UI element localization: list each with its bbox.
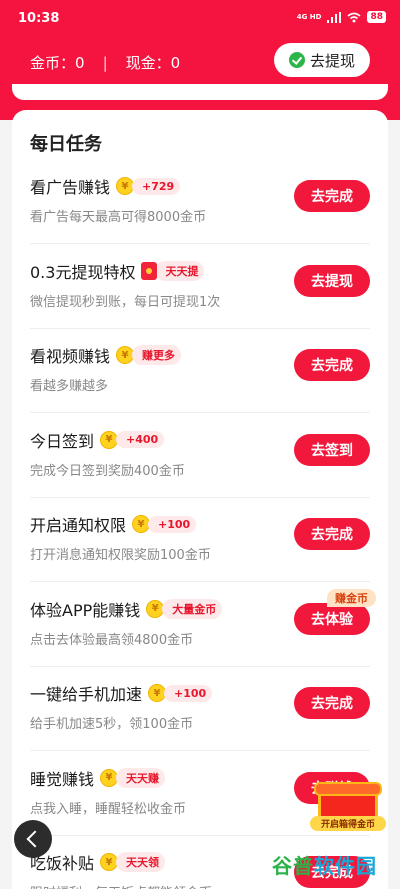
task-description: 微信提现秒到账，每日可提现1次 bbox=[30, 294, 221, 310]
cash-label: 现金： bbox=[125, 54, 171, 72]
wallet-summary: 金币： 0 | 现金： 0 bbox=[30, 52, 180, 73]
task-name: 体验APP能赚钱 bbox=[30, 600, 141, 620]
task-title-line: 吃饭补贴 ¥ 天天领 bbox=[30, 850, 166, 874]
task-name: 0.3元提现特权 bbox=[30, 262, 136, 282]
wechat-check-icon bbox=[288, 52, 305, 68]
task-description: 给手机加速5秒，领100金币 bbox=[30, 717, 194, 732]
coins-label: 金币： bbox=[30, 54, 76, 72]
task-action-button[interactable]: 去体验 bbox=[294, 602, 370, 635]
task-row: 0.3元提现特权 天天提微信提现秒到账，每日可提现1次 去提现 bbox=[30, 245, 370, 329]
task-action-button[interactable]: 去完成 bbox=[294, 180, 370, 212]
task-name: 今日签到 bbox=[30, 431, 95, 451]
task-name: 看视频赚钱 bbox=[30, 347, 111, 366]
status-bar: 10:38 4G HD 88 bbox=[0, 0, 400, 38]
status-time: 10:38 bbox=[18, 11, 60, 26]
withdraw-button-label: 去提现 bbox=[309, 51, 355, 70]
watermark-part-b: 软件园 bbox=[314, 854, 377, 878]
tasks-title: 每日任务 bbox=[30, 134, 102, 155]
task-description: 看越多赚越多 bbox=[30, 379, 109, 394]
task-badge: 天天赚 bbox=[116, 767, 166, 788]
task-badge: 天天领 bbox=[116, 852, 166, 872]
task-badge: 赚更多 bbox=[132, 345, 182, 365]
task-row: 看视频赚钱 ¥ 赚更多看越多赚越多 去完成 bbox=[30, 329, 370, 413]
gift-label: 开启箱得金币 bbox=[310, 816, 386, 831]
back-button[interactable] bbox=[14, 820, 52, 858]
task-title-line: 开启通知权限 ¥ +100 bbox=[30, 512, 197, 536]
task-name: 看广告赚钱 bbox=[30, 178, 111, 197]
task-title-line: 看视频赚钱 ¥ 赚更多 bbox=[30, 343, 182, 367]
task-row: 一键给手机加速 ¥ +100 给手机加速5秒，领100金币 去完成 bbox=[30, 667, 370, 751]
wallet-divider: | bbox=[102, 53, 108, 72]
floating-gift-box[interactable]: 开启箱得金币 bbox=[310, 776, 386, 840]
task-badge: +100 bbox=[148, 515, 197, 533]
previous-card-edge bbox=[12, 84, 388, 100]
withdraw-button[interactable]: 去提现 bbox=[274, 43, 370, 77]
task-action-button[interactable]: 去签到 bbox=[294, 433, 370, 466]
task-action-button[interactable]: 去完成 bbox=[294, 349, 370, 381]
task-ribbon: 赚金币 bbox=[327, 588, 376, 607]
task-title-line: 0.3元提现特权 天天提 bbox=[30, 259, 205, 283]
task-title-line: 一键给手机加速 ¥ +100 bbox=[30, 681, 213, 705]
task-badge: +100 bbox=[164, 684, 213, 702]
signal-icon bbox=[327, 11, 342, 23]
task-name: 开启通知权限 bbox=[30, 516, 127, 535]
task-action-button[interactable]: 去完成 bbox=[294, 518, 370, 550]
coins-value: 0 bbox=[75, 53, 85, 72]
wifi-icon bbox=[347, 12, 361, 22]
task-name: 睡觉赚钱 bbox=[30, 769, 95, 789]
red-envelope-icon bbox=[141, 261, 158, 280]
task-row: 开启通知权限 ¥ +100 打开消息通知权限奖励100金币 去完成 bbox=[30, 498, 370, 582]
task-row: 看广告赚钱 ¥ +729 看广告每天最高可得8000金币 去完成 bbox=[30, 160, 370, 244]
task-description: 完成今日签到奖励400金币 bbox=[30, 463, 185, 479]
task-action-button[interactable]: 去提现 bbox=[294, 264, 370, 297]
task-title-line: 睡觉赚钱 ¥ 天天赚 bbox=[30, 766, 166, 790]
watermark-part-a: 谷普 bbox=[272, 854, 314, 878]
task-badge: 天天提 bbox=[155, 260, 205, 281]
task-action-button[interactable]: 去完成 bbox=[294, 687, 370, 719]
network-label: 4G HD bbox=[296, 13, 322, 21]
task-description: 点击去体验最高领4800金币 bbox=[30, 632, 194, 648]
watermark: 谷普软件园 bbox=[272, 850, 377, 879]
task-title-line: 体验APP能赚钱 ¥ 大量金币 bbox=[30, 597, 223, 621]
status-icons: 4G HD 88 bbox=[297, 11, 386, 23]
gift-lid bbox=[314, 782, 382, 796]
task-description: 点我入睡，睡醒轻松收金币 bbox=[30, 801, 187, 817]
task-title-line: 看广告赚钱 ¥ +729 bbox=[30, 174, 181, 198]
task-row: 今日签到 ¥ +400 完成今日签到奖励400金币 去签到 bbox=[30, 414, 370, 498]
task-badge: +400 bbox=[116, 431, 165, 448]
task-description: 看广告每天最高可得8000金币 bbox=[30, 210, 207, 225]
task-badge: +729 bbox=[132, 177, 181, 195]
task-description: 打开消息通知权限奖励100金币 bbox=[30, 548, 211, 563]
task-description: 限时福利，每天饭点都能领金币 bbox=[30, 882, 212, 889]
cash-value: 0 bbox=[170, 53, 181, 72]
task-title-line: 今日签到 ¥ +400 bbox=[30, 428, 165, 452]
daily-tasks-card: 每日任务 看广告赚钱 ¥ +729 看广告每天最高可得8000金币 去完成 0.3元提现特… bbox=[12, 110, 388, 889]
battery-indicator: 88 bbox=[367, 11, 386, 23]
task-badge: 大量金币 bbox=[162, 598, 223, 619]
task-row: 体验APP能赚钱 ¥ 大量金币点击去体验最高领4800金币 去体验 赚金币 bbox=[30, 583, 376, 667]
task-name: 一键给手机加速 bbox=[30, 685, 143, 704]
